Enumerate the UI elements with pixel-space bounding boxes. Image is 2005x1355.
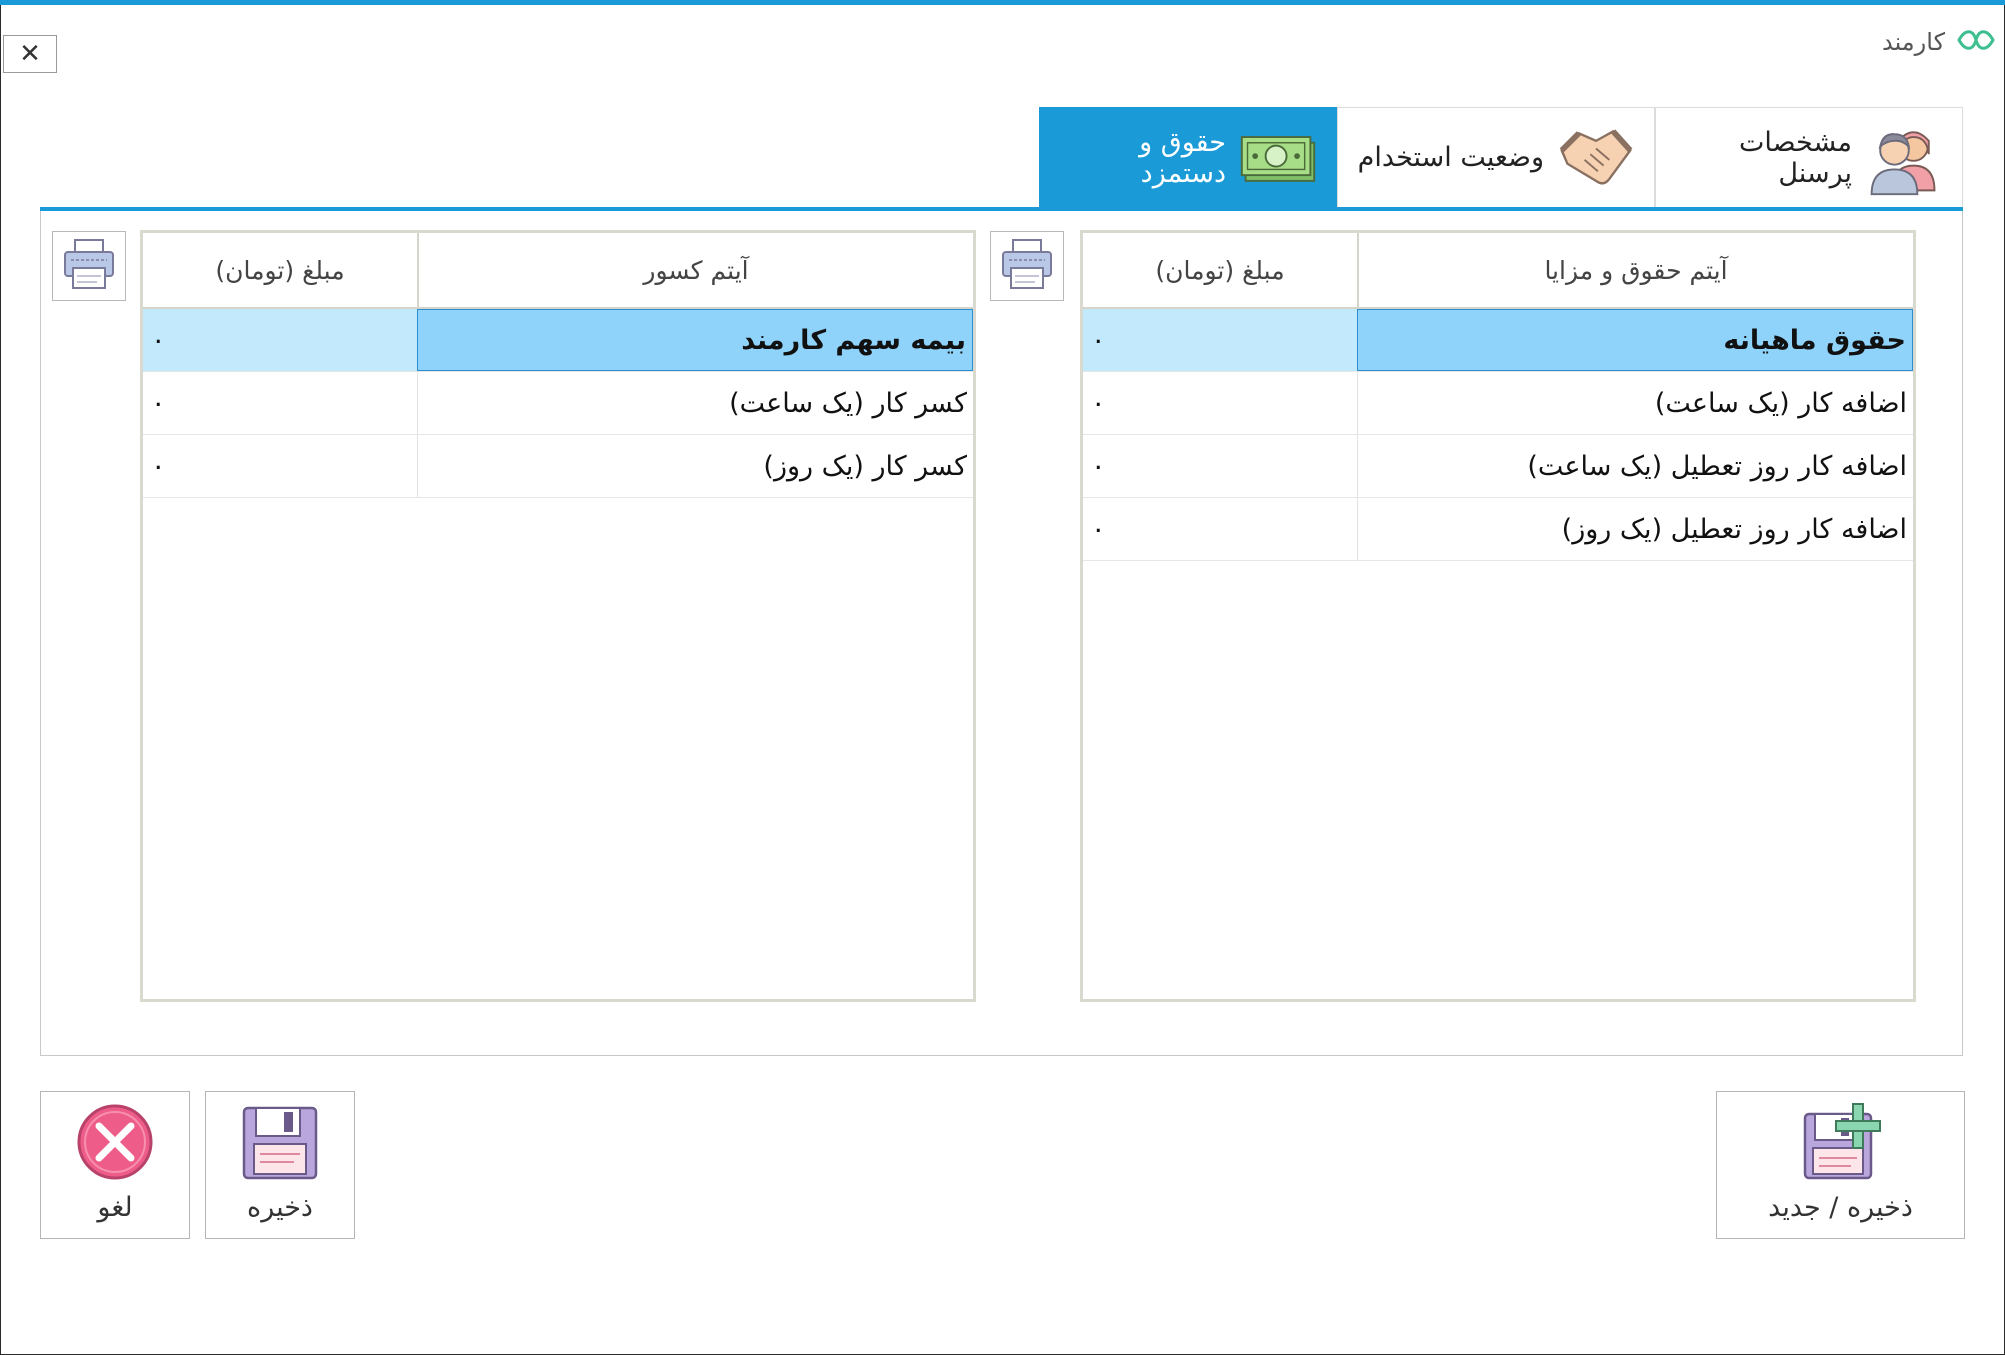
save-new-label: ذخیره / جدید (1768, 1192, 1913, 1223)
close-button[interactable]: ✕ (3, 35, 57, 73)
deductions-grid[interactable]: آیتم کسور مبلغ (تومان) بیمه سهم کارمند ۰… (140, 230, 976, 1002)
cancel-button[interactable]: لغو (40, 1091, 190, 1239)
handshake-icon (1556, 120, 1636, 196)
deduction-item-cell[interactable]: کسر کار (یک ساعت) (417, 372, 973, 434)
save-button[interactable]: ذخیره (205, 1091, 355, 1239)
table-row[interactable]: اضافه کار روز تعطیل (یک ساعت) ۰ (1083, 435, 1913, 498)
printer-icon (61, 238, 117, 294)
cancel-icon (75, 1102, 155, 1186)
table-row[interactable]: کسر کار (یک ساعت) ۰ (143, 372, 973, 435)
benefit-item-cell[interactable]: حقوق ماهیانه (1357, 309, 1913, 371)
floppy-disk-icon (240, 1102, 320, 1186)
benefit-item-cell[interactable]: اضافه کار روز تعطیل (یک ساعت) (1357, 435, 1913, 497)
printer-icon (999, 238, 1055, 294)
tab-bar: مشخصات پرسنل وضعیت استخدام حقوق و دستمزد (1039, 107, 1963, 209)
table-row[interactable]: بیمه سهم کارمند ۰ (143, 309, 973, 372)
table-row[interactable]: حقوق ماهیانه ۰ (1083, 309, 1913, 372)
benefit-item-cell[interactable]: اضافه کار روز تعطیل (یک روز) (1357, 498, 1913, 560)
benefit-amount-cell[interactable]: ۰ (1083, 372, 1357, 434)
benefit-amount-cell[interactable]: ۰ (1083, 309, 1357, 371)
benefit-amount-cell[interactable]: ۰ (1083, 435, 1357, 497)
deductions-print-button[interactable] (52, 231, 126, 301)
benefits-grid[interactable]: آیتم حقوق و مزایا مبلغ (تومان) حقوق ماهی… (1080, 230, 1916, 1002)
cancel-label: لغو (97, 1192, 133, 1223)
window-accent-bar (0, 0, 2005, 5)
save-new-button[interactable]: ذخیره / جدید (1716, 1091, 1965, 1239)
tab-personnel[interactable]: مشخصات پرسنل (1655, 107, 1963, 207)
personnel-icon (1864, 120, 1944, 196)
table-row[interactable]: اضافه کار روز تعطیل (یک روز) ۰ (1083, 498, 1913, 561)
deduction-item-cell[interactable]: کسر کار (یک روز) (417, 435, 973, 497)
money-icon (1238, 120, 1318, 196)
benefits-column-item[interactable]: آیتم حقوق و مزایا (1357, 233, 1913, 307)
save-new-icon (1801, 1102, 1881, 1186)
deduction-amount-cell[interactable]: ۰ (143, 435, 417, 497)
deductions-column-item[interactable]: آیتم کسور (417, 233, 973, 307)
window-title-bar: کارمند (1882, 22, 1997, 62)
app-logo-icon (1955, 27, 1997, 57)
benefits-column-amount[interactable]: مبلغ (تومان) (1083, 233, 1357, 307)
tab-employment-status[interactable]: وضعیت استخدام (1337, 107, 1655, 207)
deduction-amount-cell[interactable]: ۰ (143, 372, 417, 434)
window-title: کارمند (1881, 28, 1945, 56)
benefits-print-button[interactable] (990, 231, 1064, 301)
tab-payroll[interactable]: حقوق و دستمزد (1039, 107, 1337, 207)
save-label: ذخیره (247, 1192, 313, 1223)
benefit-amount-cell[interactable]: ۰ (1083, 498, 1357, 560)
benefits-grid-header: آیتم حقوق و مزایا مبلغ (تومان) (1083, 233, 1913, 309)
deduction-item-cell[interactable]: بیمه سهم کارمند (417, 309, 973, 371)
tab-employment-status-label: وضعیت استخدام (1357, 142, 1544, 173)
deduction-amount-cell[interactable]: ۰ (143, 309, 417, 371)
deductions-column-amount[interactable]: مبلغ (تومان) (143, 233, 417, 307)
benefit-item-cell[interactable]: اضافه کار (یک ساعت) (1357, 372, 1913, 434)
table-row[interactable]: کسر کار (یک روز) ۰ (143, 435, 973, 498)
tab-payroll-label: حقوق و دستمزد (1139, 126, 1226, 189)
table-row[interactable]: اضافه کار (یک ساعت) ۰ (1083, 372, 1913, 435)
deductions-grid-header: آیتم کسور مبلغ (تومان) (143, 233, 973, 309)
tab-personnel-label: مشخصات پرسنل (1738, 126, 1852, 189)
